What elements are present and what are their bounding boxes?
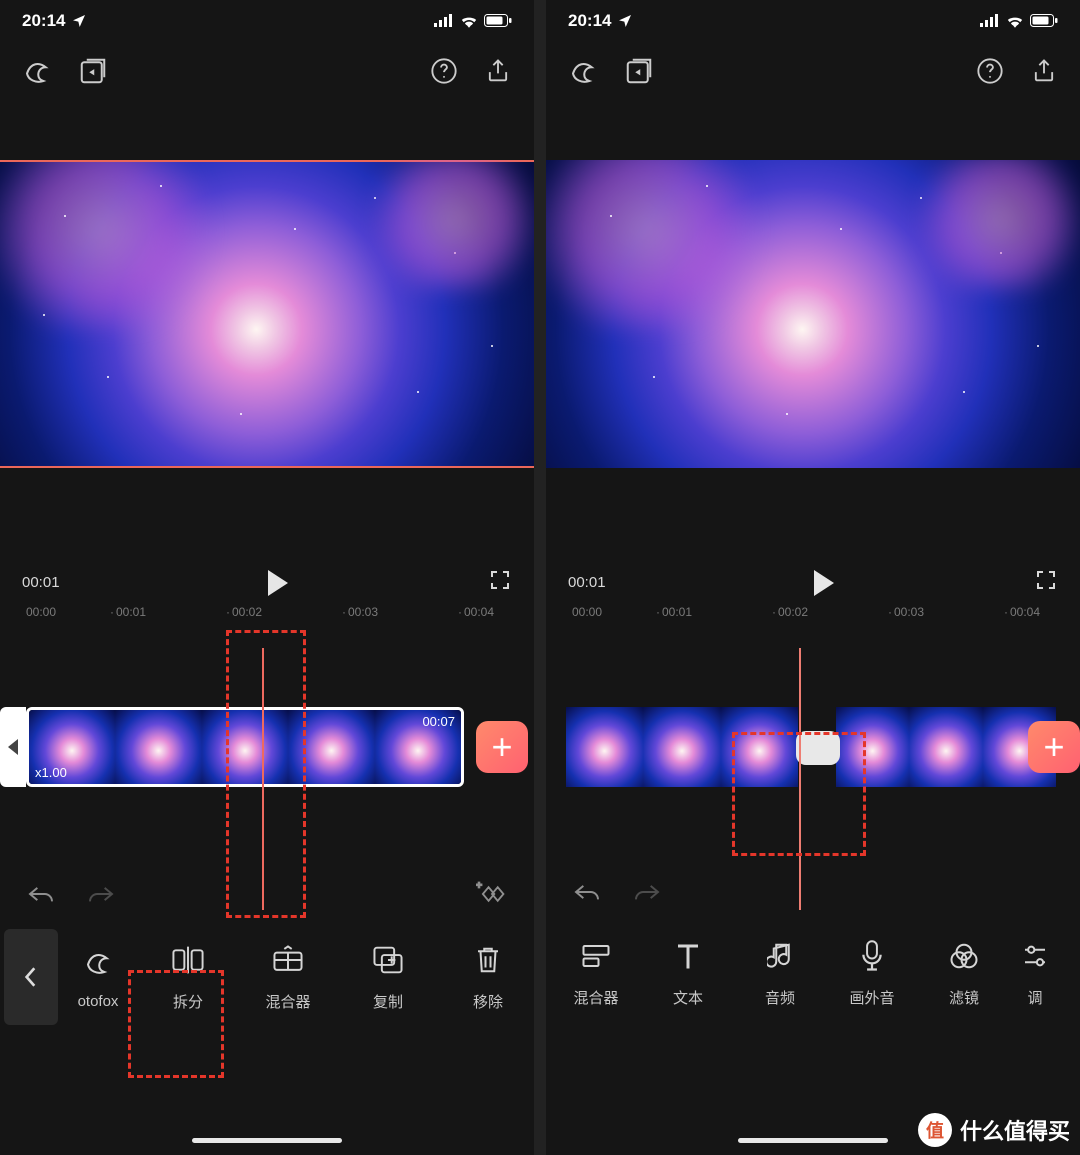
redo-icon[interactable]	[86, 883, 116, 905]
playhead[interactable]	[262, 648, 264, 910]
tool-adjust[interactable]: 调	[1010, 925, 1060, 1021]
home-indicator[interactable]	[738, 1138, 888, 1143]
ruler-tick: 00:04	[1010, 605, 1080, 619]
tool-filter[interactable]: 滤镜	[918, 925, 1010, 1021]
ruler-tick: 00:01	[662, 605, 770, 619]
share-icon[interactable]	[1030, 57, 1058, 85]
tool-mixer[interactable]: 混合器	[238, 929, 338, 1025]
tool-label: 调	[1027, 987, 1042, 1008]
status-time: 20:14	[568, 11, 611, 31]
keyframe-icon[interactable]: +	[476, 881, 508, 907]
app-toolbar	[0, 42, 534, 100]
logo-icon[interactable]	[22, 56, 52, 86]
tool-label: 画外音	[849, 987, 894, 1008]
ruler-tick: 00:01	[116, 605, 224, 619]
watermark-badge-icon: 值	[918, 1113, 952, 1147]
video-clip-a[interactable]	[566, 707, 798, 787]
location-icon	[71, 13, 87, 29]
tool-label: 混合器	[573, 987, 618, 1008]
signal-icon	[434, 14, 454, 28]
tool-label: 混合器	[265, 991, 310, 1012]
back-button[interactable]	[4, 929, 58, 1025]
projects-icon[interactable]	[78, 56, 108, 86]
playback-time: 00:01	[568, 574, 606, 591]
tool-remove[interactable]: 移除	[438, 929, 534, 1025]
status-bar: 20:14	[546, 0, 1080, 42]
playback-time: 00:01	[22, 574, 60, 591]
help-icon[interactable]	[430, 57, 458, 85]
undo-icon[interactable]	[572, 881, 602, 903]
location-icon	[617, 13, 633, 29]
time-ruler[interactable]: 00:00· 00:01· 00:02· 00:03· 00:04	[0, 597, 534, 631]
tool-strip: otofox 拆分 混合器 复制 移除	[0, 929, 534, 1025]
help-icon[interactable]	[976, 57, 1004, 85]
play-button[interactable]	[268, 570, 288, 596]
add-clip-button[interactable]: +	[1028, 721, 1080, 773]
time-ruler[interactable]: 00:00· 00:01· 00:02· 00:03· 00:04	[546, 597, 1080, 631]
projects-icon[interactable]	[624, 56, 654, 86]
tool-label: 音频	[765, 987, 795, 1008]
app-toolbar	[546, 42, 1080, 100]
tool-label: 移除	[473, 991, 503, 1012]
ruler-tick: 00:04	[464, 605, 534, 619]
tool-label: 复制	[373, 991, 403, 1012]
ruler-tick: 00:00	[546, 605, 654, 619]
play-button[interactable]	[814, 570, 834, 596]
tool-label: otofox	[78, 993, 119, 1010]
tool-mixer[interactable]: 混合器	[550, 925, 642, 1021]
wifi-icon	[460, 14, 478, 28]
redo-icon[interactable]	[632, 881, 662, 903]
video-clip[interactable]: 00:07 x1.00	[26, 707, 464, 787]
tool-strip: 混合器 文本 音频 画外音 滤镜 调	[546, 925, 1080, 1021]
video-preview[interactable]	[0, 160, 534, 468]
watermark: 值 什么值得买	[918, 1113, 1070, 1147]
tool-duplicate[interactable]: 复制	[338, 929, 438, 1025]
ruler-tick: 00:02	[778, 605, 886, 619]
ruler-tick: 00:03	[348, 605, 456, 619]
tool-text[interactable]: 文本	[642, 925, 734, 1021]
fullscreen-icon[interactable]	[1034, 568, 1058, 597]
video-clip-b[interactable]	[836, 707, 1056, 787]
fullscreen-icon[interactable]	[488, 568, 512, 597]
tool-photofox[interactable]: otofox	[58, 929, 138, 1025]
home-indicator[interactable]	[192, 1138, 342, 1143]
timeline-track[interactable]: 00:07 x1.00 +	[0, 701, 534, 801]
tool-label: 滤镜	[949, 987, 979, 1008]
status-bar: 20:14	[0, 0, 534, 42]
video-preview[interactable]	[546, 160, 1080, 468]
clip-duration: 00:07	[422, 714, 455, 729]
clip-speed: x1.00	[35, 765, 67, 780]
logo-icon[interactable]	[568, 56, 598, 86]
tool-label: 文本	[673, 987, 703, 1008]
add-clip-button[interactable]: +	[476, 721, 528, 773]
status-time: 20:14	[22, 11, 65, 31]
svg-text:+: +	[476, 881, 482, 891]
tool-audio[interactable]: 音频	[734, 925, 826, 1021]
ruler-tick: 00:03	[894, 605, 1002, 619]
ruler-tick: 00:00	[0, 605, 108, 619]
timeline-track[interactable]: +	[546, 701, 1080, 801]
share-icon[interactable]	[484, 57, 512, 85]
battery-icon	[1030, 14, 1058, 28]
tool-label: 拆分	[173, 991, 203, 1012]
tool-voiceover[interactable]: 画外音	[826, 925, 918, 1021]
playhead[interactable]	[799, 648, 801, 910]
screenshot-left: 20:14 00:01	[0, 0, 534, 1155]
undo-icon[interactable]	[26, 883, 56, 905]
watermark-text: 什么值得买	[960, 1114, 1070, 1146]
transition-handle[interactable]	[796, 731, 840, 765]
signal-icon	[980, 14, 1000, 28]
battery-icon	[484, 14, 512, 28]
ruler-tick: 00:02	[232, 605, 340, 619]
tool-split[interactable]: 拆分	[138, 929, 238, 1025]
clip-trim-handle-left[interactable]	[0, 707, 26, 787]
screenshot-right: 20:14 00:01 00:00·	[546, 0, 1080, 1155]
wifi-icon	[1006, 14, 1024, 28]
